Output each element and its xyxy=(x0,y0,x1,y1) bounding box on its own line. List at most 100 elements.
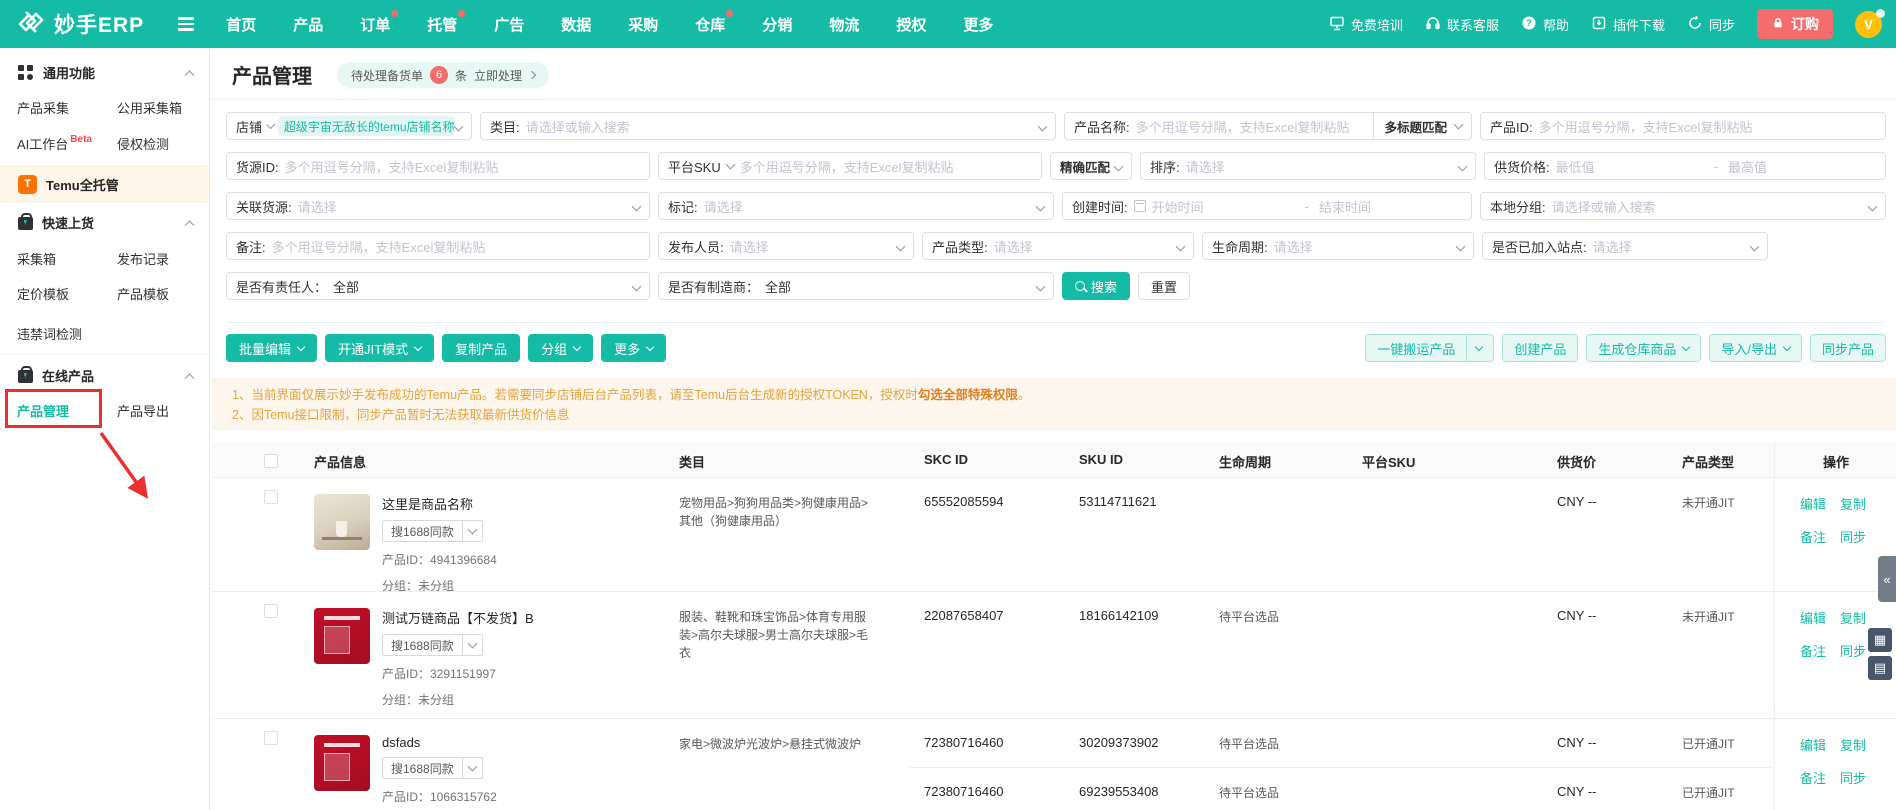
multi-title-match-select[interactable]: 多标题匹配 xyxy=(1373,113,1464,139)
mark-filter[interactable]: 标记: 请选择 xyxy=(658,192,1054,220)
sidebar-item-product-collect[interactable]: 产品采集 xyxy=(17,98,69,117)
search-1688-button[interactable]: 搜1688同款 xyxy=(382,520,483,542)
product-image[interactable] xyxy=(314,735,370,791)
sidebar-section-online-products[interactable]: 在线产品 xyxy=(0,361,209,389)
platform-sku-filter[interactable]: 平台SKU 多个用逗号分隔，支持Excel复制粘贴 xyxy=(658,152,1042,180)
pending-stock-orders-badge[interactable]: 待处理备货单 6 条 立即处理 xyxy=(337,62,550,88)
product-type-filter[interactable]: 产品类型: 请选择 xyxy=(922,232,1194,260)
nav-item-home[interactable]: 首页 xyxy=(226,14,256,35)
right-drawer-toggle[interactable]: « xyxy=(1878,556,1896,602)
nav-item-more[interactable]: 更多 xyxy=(963,14,993,35)
sync-link[interactable]: 同步 xyxy=(1840,771,1866,786)
product-title[interactable]: 这里是商品名称 xyxy=(382,494,497,513)
nav-item-purchase[interactable]: 采购 xyxy=(628,14,658,35)
nav-item-order[interactable]: 订单 xyxy=(360,9,399,35)
sidebar-item-publish-record[interactable]: 发布记录 xyxy=(117,249,169,268)
search-1688-button[interactable]: 搜1688同款 xyxy=(382,757,483,779)
sort-filter[interactable]: 排序: 请选择 xyxy=(1140,152,1476,180)
nav-item-logistics[interactable]: 物流 xyxy=(829,14,859,35)
product-title[interactable]: 测试万链商品【不发货】B xyxy=(382,608,534,627)
product-image[interactable] xyxy=(314,494,370,550)
brand[interactable]: 妙手ERP xyxy=(16,7,144,42)
search-1688-button[interactable]: 搜1688同款 xyxy=(382,634,483,656)
publisher-filter[interactable]: 发布人员: 请选择 xyxy=(658,232,914,260)
floating-widget-button[interactable]: ▦ xyxy=(1868,628,1892,652)
product-id-filter[interactable]: 产品ID: 多个用逗号分隔，支持Excel复制粘贴 xyxy=(1480,112,1886,140)
local-group-filter[interactable]: 本地分组: 请选择或输入搜索 xyxy=(1480,192,1886,220)
edit-link[interactable]: 编辑 xyxy=(1800,611,1826,626)
exact-match-select[interactable]: 精确匹配 xyxy=(1050,152,1132,180)
sync-product-button[interactable]: 同步产品 xyxy=(1809,334,1886,362)
category-filter[interactable]: 类目: 请选择或输入搜索 xyxy=(480,112,1056,140)
hamburger-menu-icon[interactable] xyxy=(178,17,195,31)
copy-link[interactable]: 复制 xyxy=(1840,738,1866,753)
joined-site-filter[interactable]: 是否已加入站点: 请选择 xyxy=(1482,232,1768,260)
floating-widget-button[interactable]: ▤ xyxy=(1868,656,1892,680)
search-button[interactable]: 搜索 xyxy=(1062,272,1131,300)
sidebar-item-collect-box[interactable]: 采集箱 xyxy=(17,249,56,268)
nav-item-ads[interactable]: 广告 xyxy=(494,14,524,35)
copy-product-button[interactable]: 复制产品 xyxy=(442,334,521,362)
select-all-checkbox[interactable] xyxy=(264,454,278,468)
remark-link[interactable]: 备注 xyxy=(1800,644,1826,659)
remark-link[interactable]: 备注 xyxy=(1800,771,1826,786)
chevron-up-icon[interactable] xyxy=(184,69,195,80)
sync-link[interactable]: 同步 xyxy=(1840,530,1866,545)
row-checkbox[interactable] xyxy=(264,490,278,504)
create-product-button[interactable]: 创建产品 xyxy=(1502,334,1579,362)
create-time-filter[interactable]: 创建时间: 开始时间 - 结束时间 xyxy=(1062,192,1472,220)
has-manufacturer-filter[interactable]: 是否有制造商： 全部 xyxy=(658,272,1054,300)
lifecycle-filter[interactable]: 生命周期: 请选择 xyxy=(1202,232,1474,260)
plugin-download-link[interactable]: 插件下载 xyxy=(1591,15,1665,34)
nav-item-authorization[interactable]: 授权 xyxy=(896,14,926,35)
sidebar-item-product-management[interactable]: 产品管理 xyxy=(17,401,69,420)
sidebar-item-infringement-check[interactable]: 侵权检测 xyxy=(117,134,169,153)
chevron-up-icon[interactable] xyxy=(184,372,195,383)
sidebar-section-quick-listing[interactable]: 快速上货 xyxy=(0,208,209,236)
product-image[interactable] xyxy=(314,608,370,664)
product-title[interactable]: dsfads xyxy=(382,735,497,750)
contact-support-link[interactable]: 联系客服 xyxy=(1425,15,1499,34)
sidebar-section-general[interactable]: 通用功能 xyxy=(0,58,209,86)
order-button[interactable]: 订购 xyxy=(1757,9,1833,39)
help-link[interactable]: ? 帮助 xyxy=(1521,15,1569,34)
copy-link[interactable]: 复制 xyxy=(1840,497,1866,512)
related-source-filter[interactable]: 关联货源: 请选择 xyxy=(226,192,650,220)
remark-link[interactable]: 备注 xyxy=(1800,530,1826,545)
one-click-move-button[interactable]: 一键搬运产品 xyxy=(1365,334,1495,362)
source-id-filter[interactable]: 货源ID: 多个用逗号分隔，支持Excel复制粘贴 xyxy=(226,152,650,180)
sync-link[interactable]: 同步 xyxy=(1687,15,1735,34)
sidebar-item-pricing-template[interactable]: 定价模板 xyxy=(17,284,69,303)
sidebar-item-product-export[interactable]: 产品导出 xyxy=(117,401,169,420)
free-training-link[interactable]: 免费培训 xyxy=(1329,15,1403,34)
batch-edit-button[interactable]: 批量编辑 xyxy=(226,334,318,362)
product-name-filter[interactable]: 产品名称: 多个用逗号分隔，支持Excel复制粘贴 多标题匹配 xyxy=(1064,112,1472,140)
nav-item-hosting[interactable]: 托管 xyxy=(427,9,466,35)
row-checkbox[interactable] xyxy=(264,731,278,745)
sidebar-item-product-template[interactable]: 产品模板 xyxy=(117,284,169,303)
sidebar-item-banned-word-check[interactable]: 违禁词检测 xyxy=(17,324,82,343)
reset-button[interactable]: 重置 xyxy=(1138,272,1191,300)
nav-item-product[interactable]: 产品 xyxy=(293,14,323,35)
shop-filter[interactable]: 店铺 超级宇宙无敌长的temu店铺名称111× xyxy=(226,112,472,140)
chevron-up-icon[interactable] xyxy=(184,219,195,230)
edit-link[interactable]: 编辑 xyxy=(1800,497,1826,512)
remark-filter[interactable]: 备注: 多个用逗号分隔，支持Excel复制粘贴 xyxy=(226,232,650,260)
sync-link[interactable]: 同步 xyxy=(1840,644,1866,659)
generate-warehouse-goods-button[interactable]: 生成仓库商品 xyxy=(1586,334,1702,362)
row-checkbox[interactable] xyxy=(264,604,278,618)
nav-item-data[interactable]: 数据 xyxy=(561,14,591,35)
edit-link[interactable]: 编辑 xyxy=(1800,738,1826,753)
sidebar-item-public-collect-box[interactable]: 公用采集箱 xyxy=(117,98,182,117)
more-button[interactable]: 更多 xyxy=(601,334,667,362)
group-button[interactable]: 分组 xyxy=(528,334,594,362)
nav-item-distribution[interactable]: 分销 xyxy=(762,14,792,35)
nav-item-warehouse[interactable]: 仓库 xyxy=(695,9,734,35)
user-avatar[interactable]: V xyxy=(1855,8,1885,38)
enable-jit-button[interactable]: 开通JIT模式 xyxy=(325,334,435,362)
supply-price-filter[interactable]: 供货价格: 最低值 - 最高值 xyxy=(1484,152,1886,180)
copy-link[interactable]: 复制 xyxy=(1840,611,1866,626)
import-export-button[interactable]: 导入/导出 xyxy=(1709,334,1802,362)
has-owner-filter[interactable]: 是否有责任人： 全部 xyxy=(226,272,650,300)
sidebar-item-ai-workbench[interactable]: AI工作台 Beta xyxy=(17,134,92,153)
